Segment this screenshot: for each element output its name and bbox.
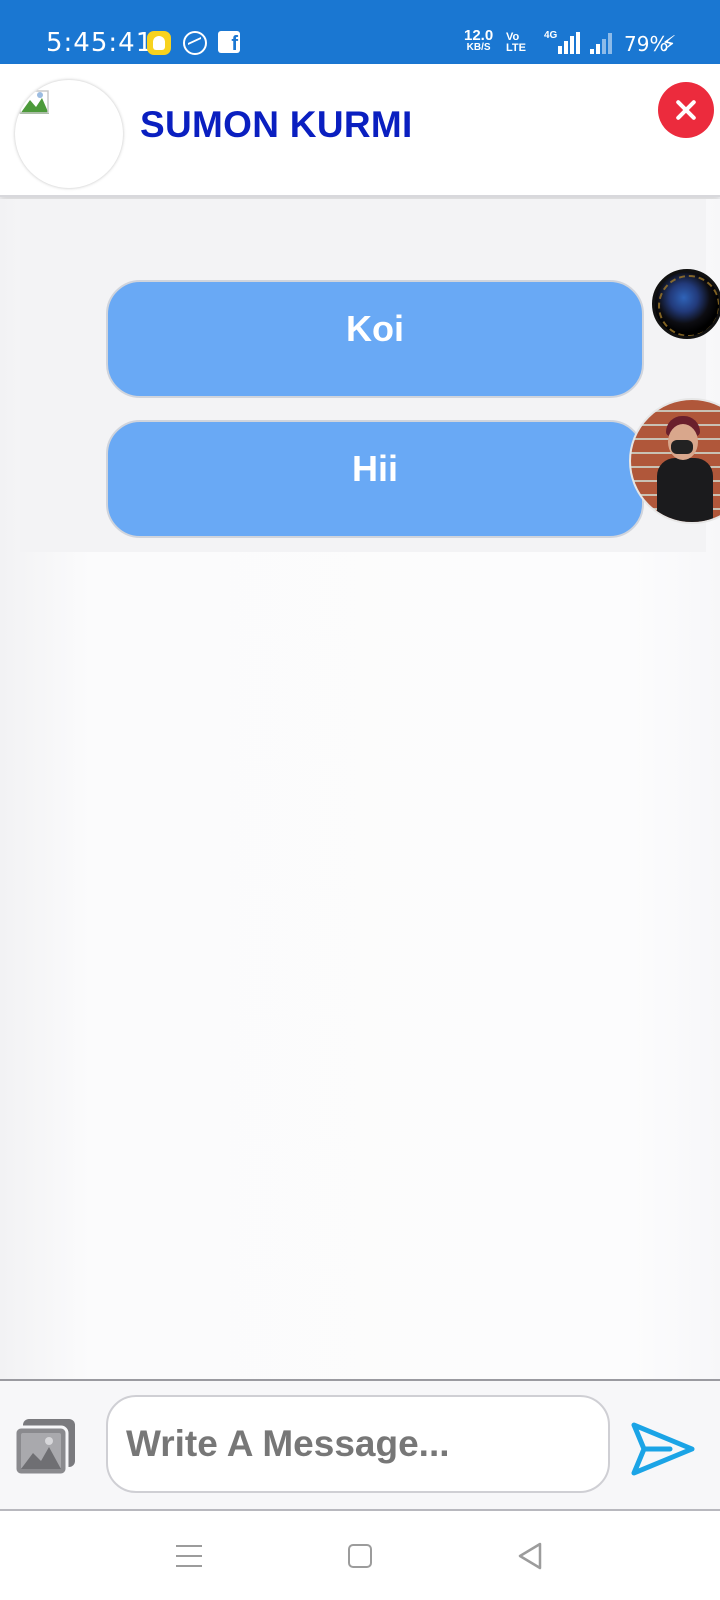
- chat-header: SUMON KURMI: [0, 64, 720, 197]
- status-bar: 5:45:41 12.0 KB/S Vo LTE 4G 79% ⚡︎: [0, 0, 720, 64]
- message-bubble[interactable]: Koi: [106, 280, 644, 398]
- message-text: Hii: [351, 448, 398, 489]
- broken-image-icon: [19, 90, 49, 114]
- network-speed: 12.0 KB/S: [464, 28, 493, 54]
- navigation-bar: [0, 1511, 720, 1600]
- message-text: Koi: [346, 308, 404, 349]
- message-bubble[interactable]: Hii: [106, 420, 644, 538]
- messenger-icon: [183, 31, 207, 55]
- message-input[interactable]: [106, 1395, 610, 1493]
- volte-indicator: Vo LTE: [506, 32, 526, 54]
- snapchat-icon: [147, 31, 171, 55]
- back-icon[interactable]: [516, 1541, 546, 1571]
- sender-avatar[interactable]: [652, 269, 720, 339]
- network-speed-unit: KB/S: [466, 42, 491, 53]
- message-list: Koi Hii: [20, 199, 720, 552]
- contact-avatar[interactable]: [15, 80, 123, 188]
- charging-icon: ⚡︎: [661, 31, 677, 56]
- status-time: 5:45:41: [46, 28, 154, 58]
- close-button[interactable]: [658, 82, 714, 138]
- home-icon[interactable]: [348, 1544, 372, 1568]
- signal-strength-icon: 4G: [544, 30, 584, 54]
- network-type: 4G: [544, 30, 558, 41]
- message-composer: [0, 1379, 720, 1511]
- send-icon[interactable]: [630, 1419, 696, 1479]
- facebook-icon: [218, 31, 240, 56]
- contact-name: SUMON KURMI: [140, 104, 413, 145]
- signal-strength-sim2-icon: [590, 30, 616, 54]
- messages-area[interactable]: Koi Hii: [0, 199, 720, 1379]
- gallery-icon[interactable]: [13, 1417, 77, 1477]
- volte-line2: LTE: [506, 42, 526, 54]
- menu-icon[interactable]: [176, 1545, 202, 1567]
